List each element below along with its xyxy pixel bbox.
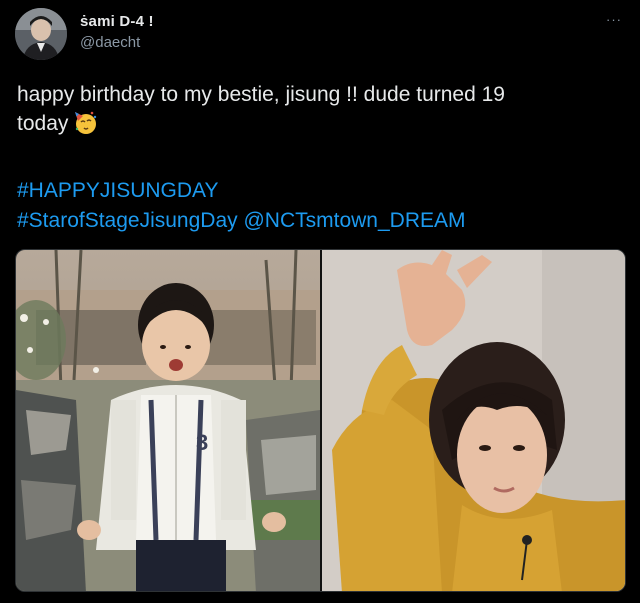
user-handle[interactable]: @daecht <box>80 34 140 51</box>
mention-nctsmtown-dream[interactable]: @NCTsmtown_DREAM <box>243 209 465 232</box>
yellow-hoodie-photo[interactable] <box>322 250 625 591</box>
tweet[interactable]: ṡami D-4 ! @daecht ··· happy birthday to… <box>0 0 640 603</box>
tweet-text-line-1: happy birthday to my bestie, jisung !! d… <box>17 83 505 106</box>
tweet-text-today: today <box>17 112 69 135</box>
child-photo[interactable]: 3 <box>16 250 320 591</box>
hashtag-happyjisungday[interactable]: #HAPPYJISUNGDAY <box>17 176 466 206</box>
tweet-text: happy birthday to my bestie, jisung !! d… <box>17 80 617 138</box>
svg-text:3: 3 <box>196 430 208 455</box>
hashtags: #HAPPYJISUNGDAY #StarofStageJisungDay @N… <box>17 176 466 236</box>
more-options-icon[interactable]: ··· <box>606 12 622 27</box>
media-grid: 3 <box>15 249 626 592</box>
display-name[interactable]: ṡami D-4 ! <box>80 13 154 30</box>
hashtag-starofstagejisungday[interactable]: #StarofStageJisungDay <box>17 209 238 232</box>
partying-face-emoji-icon <box>72 109 98 135</box>
hashtag-line-2: #StarofStageJisungDay @NCTsmtown_DREAM <box>17 206 466 236</box>
avatar[interactable] <box>15 8 67 60</box>
tweet-text-line-2: today <box>17 109 617 138</box>
